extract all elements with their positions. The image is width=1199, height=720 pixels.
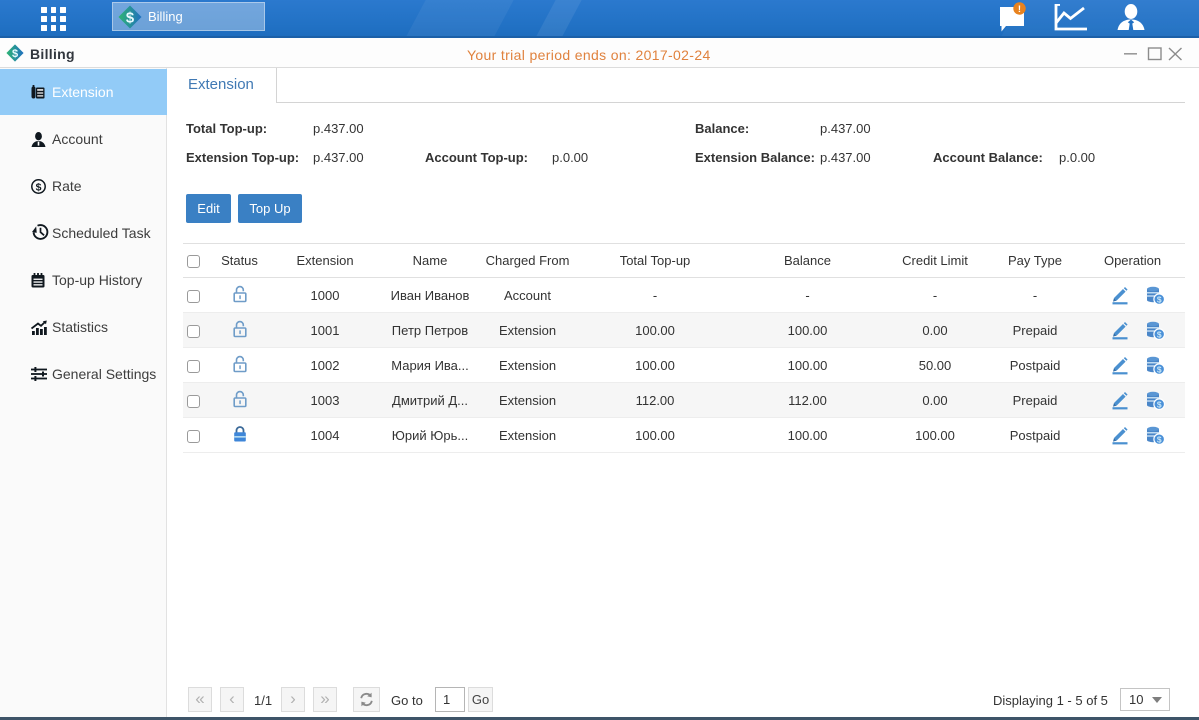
svg-text:$: $	[1156, 364, 1161, 374]
svg-text:$: $	[12, 48, 18, 60]
svg-text:$: $	[1156, 399, 1161, 409]
svg-text:!: !	[1018, 4, 1021, 15]
svg-text:$: $	[126, 10, 135, 26]
svg-text:$: $	[1156, 329, 1161, 339]
svg-text:$: $	[36, 181, 42, 193]
svg-text:$: $	[1156, 434, 1161, 444]
svg-text:$: $	[1156, 294, 1161, 304]
